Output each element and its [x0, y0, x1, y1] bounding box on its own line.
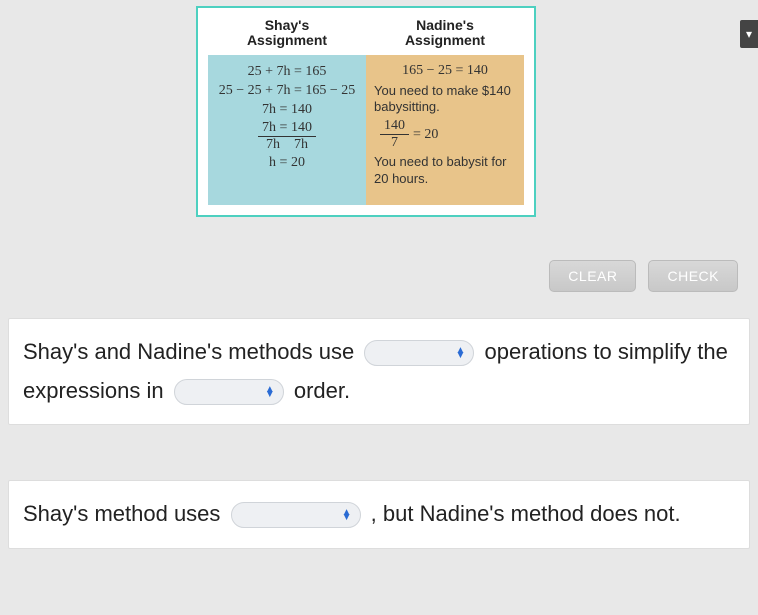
check-button[interactable]: CHECK [648, 260, 738, 292]
nadine-frac-num: 140 [380, 119, 409, 135]
nadine-step-1: 165 − 25 = 140 [374, 63, 516, 79]
shay-body: 25 + 7h = 165 25 − 25 + 7h = 165 − 25 7h… [208, 55, 366, 205]
shay-step-3: 7h = 140 [212, 102, 362, 118]
dropdown-stub[interactable] [740, 20, 758, 48]
work-card: Shay's Assignment 25 + 7h = 165 25 − 25 … [196, 6, 536, 217]
nadine-body: 165 − 25 = 140 You need to make $140 bab… [366, 55, 524, 205]
shay-frac-den-l: 7h [266, 137, 280, 152]
shay-title-2: Assignment [247, 32, 327, 48]
shay-step-2: 25 − 25 + 7h = 165 − 25 [212, 83, 362, 99]
nadine-header: Nadine's Assignment [366, 16, 524, 55]
dropdown-operations[interactable] [364, 340, 474, 366]
nadine-text-2: You need to babysit for 20 hours. [374, 154, 516, 187]
clear-button[interactable]: CLEAR [549, 260, 636, 292]
button-row: CLEAR CHECK [549, 260, 738, 292]
sentence-card-1: Shay's and Nadine's methods use operatio… [8, 318, 750, 425]
shay-step-4: 7h = 140 7h 7h [212, 121, 362, 152]
shay-title-1: Shay's [265, 17, 310, 33]
sort-icon [455, 348, 465, 358]
shay-frac-den-r: 7h [294, 137, 308, 152]
sort-icon [342, 510, 352, 520]
dropdown-uses[interactable] [231, 502, 361, 528]
shay-header: Shay's Assignment [208, 16, 366, 55]
s1-part-1: Shay's and Nadine's methods use [23, 339, 360, 364]
nadine-frac-eq: = 20 [413, 127, 438, 143]
nadine-title-2: Assignment [405, 32, 485, 48]
nadine-title-1: Nadine's [416, 17, 474, 33]
s2-part-2: , but Nadine's method does not. [371, 501, 681, 526]
nadine-frac-den: 7 [391, 135, 398, 150]
shay-step-5: h = 20 [212, 155, 362, 171]
nadine-step-2: 140 7 = 20 [374, 119, 516, 150]
s1-part-3: order. [294, 378, 350, 403]
sentence-card-2: Shay's method uses , but Nadine's method… [8, 480, 750, 549]
dropdown-order[interactable] [174, 379, 284, 405]
s2-part-1: Shay's method uses [23, 501, 227, 526]
sort-icon [265, 387, 275, 397]
nadine-text-1: You need to make $140 babysitting. [374, 83, 516, 116]
shay-step-1: 25 + 7h = 165 [212, 64, 362, 80]
shay-frac-num: 7h = 140 [258, 121, 316, 137]
